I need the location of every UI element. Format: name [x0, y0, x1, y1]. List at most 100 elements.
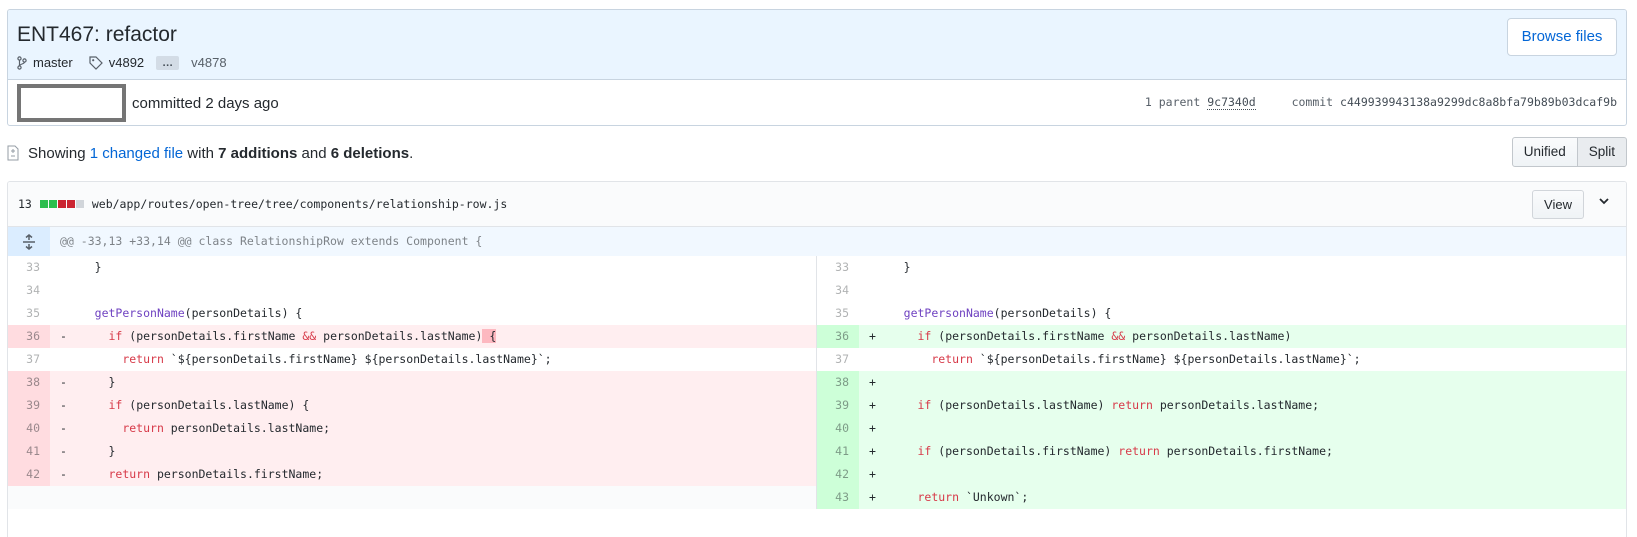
diff-sign — [60, 260, 81, 274]
code-token: if — [108, 398, 123, 412]
diff-line: 43 + return `Unkown`; — [817, 486, 1626, 509]
code-token: personDetails.lastName; — [163, 421, 331, 435]
code-token: return — [1118, 444, 1160, 458]
split-diff: 33 } 34 35 getPersonName(personDetails) {… — [8, 256, 1626, 509]
code-token: if — [108, 329, 123, 343]
line-number[interactable]: 43 — [817, 486, 859, 509]
chevron-down-icon[interactable] — [1598, 195, 1610, 207]
line-number[interactable]: 37 — [8, 348, 50, 371]
line-number[interactable]: 34 — [8, 279, 50, 302]
commit-title: ENT467: refactor — [17, 23, 177, 46]
diff-line — [8, 486, 816, 509]
code-token: personDetails.lastName; — [1152, 398, 1320, 412]
diffstat-block — [66, 200, 75, 208]
line-number[interactable]: 37 — [817, 348, 859, 371]
browse-files-button[interactable]: Browse files — [1507, 18, 1617, 56]
expand-tags-button[interactable]: … — [156, 55, 180, 70]
line-number[interactable]: 39 — [8, 394, 50, 417]
commit-sha-area: 1 parent 9c7340d commit c449939943138a92… — [1145, 95, 1617, 110]
expand-lines-button[interactable] — [8, 227, 50, 256]
line-number[interactable]: 41 — [817, 440, 859, 463]
code-token: if — [917, 398, 932, 412]
code-line: - } — [50, 371, 816, 394]
diff-line: 42- return personDetails.firstName; — [8, 463, 816, 486]
file-path-link[interactable]: web/app/routes/open-tree/tree/components… — [92, 197, 507, 211]
diffstat-bar — [39, 200, 84, 208]
line-number[interactable]: 36 — [817, 325, 859, 348]
code-token: if — [917, 444, 932, 458]
code-token: getPersonName — [94, 306, 185, 320]
diff-line: 35 getPersonName(personDetails) { — [817, 302, 1626, 325]
code-token: personDetails.firstName; — [1159, 444, 1333, 458]
line-number[interactable]: 42 — [817, 463, 859, 486]
unfold-icon — [23, 233, 35, 250]
code-line — [50, 486, 816, 509]
summary-showing: Showing — [28, 144, 86, 162]
diffstat-block — [75, 200, 84, 208]
diff-sign: - — [60, 421, 81, 435]
code-line: + if (personDetails.firstName && personD… — [859, 325, 1626, 348]
line-number[interactable]: 33 — [8, 256, 50, 279]
code-line: + if (personDetails.lastName) return per… — [859, 394, 1626, 417]
code-token: `${personDetails.firstName} ${personDeta… — [972, 352, 1361, 366]
line-number[interactable] — [8, 486, 50, 509]
code-token: } — [80, 260, 102, 274]
code-token: `Unkown`; — [959, 490, 1029, 504]
line-number[interactable]: 38 — [8, 371, 50, 394]
line-number[interactable]: 40 — [817, 417, 859, 440]
commit-label: commit — [1291, 95, 1334, 109]
diff-sign — [60, 352, 81, 366]
line-number[interactable]: 34 — [817, 279, 859, 302]
code-token: (personDetails.lastName) — [931, 398, 1112, 412]
diff-sign: + — [869, 398, 890, 412]
diff-sign: + — [869, 467, 890, 481]
code-token: (personDetails.lastName) { — [122, 398, 310, 412]
diff-line: 36 + if (personDetails.firstName && perso… — [817, 325, 1626, 348]
commit-box: ENT467: refactor master v4892 … v4878 Br… — [7, 9, 1627, 126]
diff-line: 33 } — [8, 256, 816, 279]
line-number[interactable]: 35 — [817, 302, 859, 325]
diff-line: 41- } — [8, 440, 816, 463]
author-avatar[interactable] — [17, 84, 126, 122]
line-number[interactable]: 35 — [8, 302, 50, 325]
additions-count: 7 additions — [218, 144, 298, 162]
file-header: 13 web/app/routes/open-tree/tree/compone… — [8, 182, 1626, 227]
code-line: getPersonName(personDetails) { — [859, 302, 1626, 325]
line-number[interactable]: 40 — [8, 417, 50, 440]
line-number[interactable]: 38 — [817, 371, 859, 394]
hunk-header: @@ -33,13 +33,14 @@ class RelationshipRo… — [8, 227, 1626, 256]
diffstat-block — [48, 200, 57, 208]
committed-time: committed 2 days ago — [132, 94, 279, 112]
tag-last-link[interactable]: v4878 — [191, 55, 226, 70]
parent-sha-link[interactable]: 9c7340d — [1207, 95, 1256, 110]
code-line: - if (personDetails.firstName && personD… — [50, 325, 816, 348]
diff-sign: + — [869, 375, 890, 389]
line-number[interactable]: 39 — [817, 394, 859, 417]
diff-sign: + — [869, 444, 890, 458]
tag-first-link[interactable]: v4892 — [109, 55, 144, 70]
unified-view-button[interactable]: Unified — [1511, 137, 1578, 167]
line-number[interactable]: 42 — [8, 463, 50, 486]
split-view-button[interactable]: Split — [1577, 137, 1627, 167]
diff-line: 35 getPersonName(personDetails) { — [8, 302, 816, 325]
line-number[interactable]: 36 — [8, 325, 50, 348]
diffstat-block — [57, 200, 66, 208]
diff-sign — [60, 283, 81, 297]
old-version-pane: 33 } 34 35 getPersonName(personDetails) {… — [8, 256, 817, 509]
diff-line: 39 + if (personDetails.lastName) return p… — [817, 394, 1626, 417]
diff-line: 37 return `${personDetails.firstName} ${… — [8, 348, 816, 371]
line-number[interactable]: 41 — [8, 440, 50, 463]
view-file-button[interactable]: View — [1532, 190, 1584, 219]
code-token: `${personDetails.firstName} ${personDeta… — [163, 352, 552, 366]
line-number[interactable]: 33 — [817, 256, 859, 279]
branch-link[interactable]: master — [33, 55, 73, 70]
code-line: return `${personDetails.firstName} ${per… — [50, 348, 816, 371]
diff-line: 41 + if (personDetails.firstName) return … — [817, 440, 1626, 463]
new-version-pane: 33 } 34 35 getPersonName(personDetails) {… — [817, 256, 1626, 509]
changed-files-link[interactable]: 1 changed file — [90, 145, 183, 162]
code-line: } — [859, 256, 1626, 279]
